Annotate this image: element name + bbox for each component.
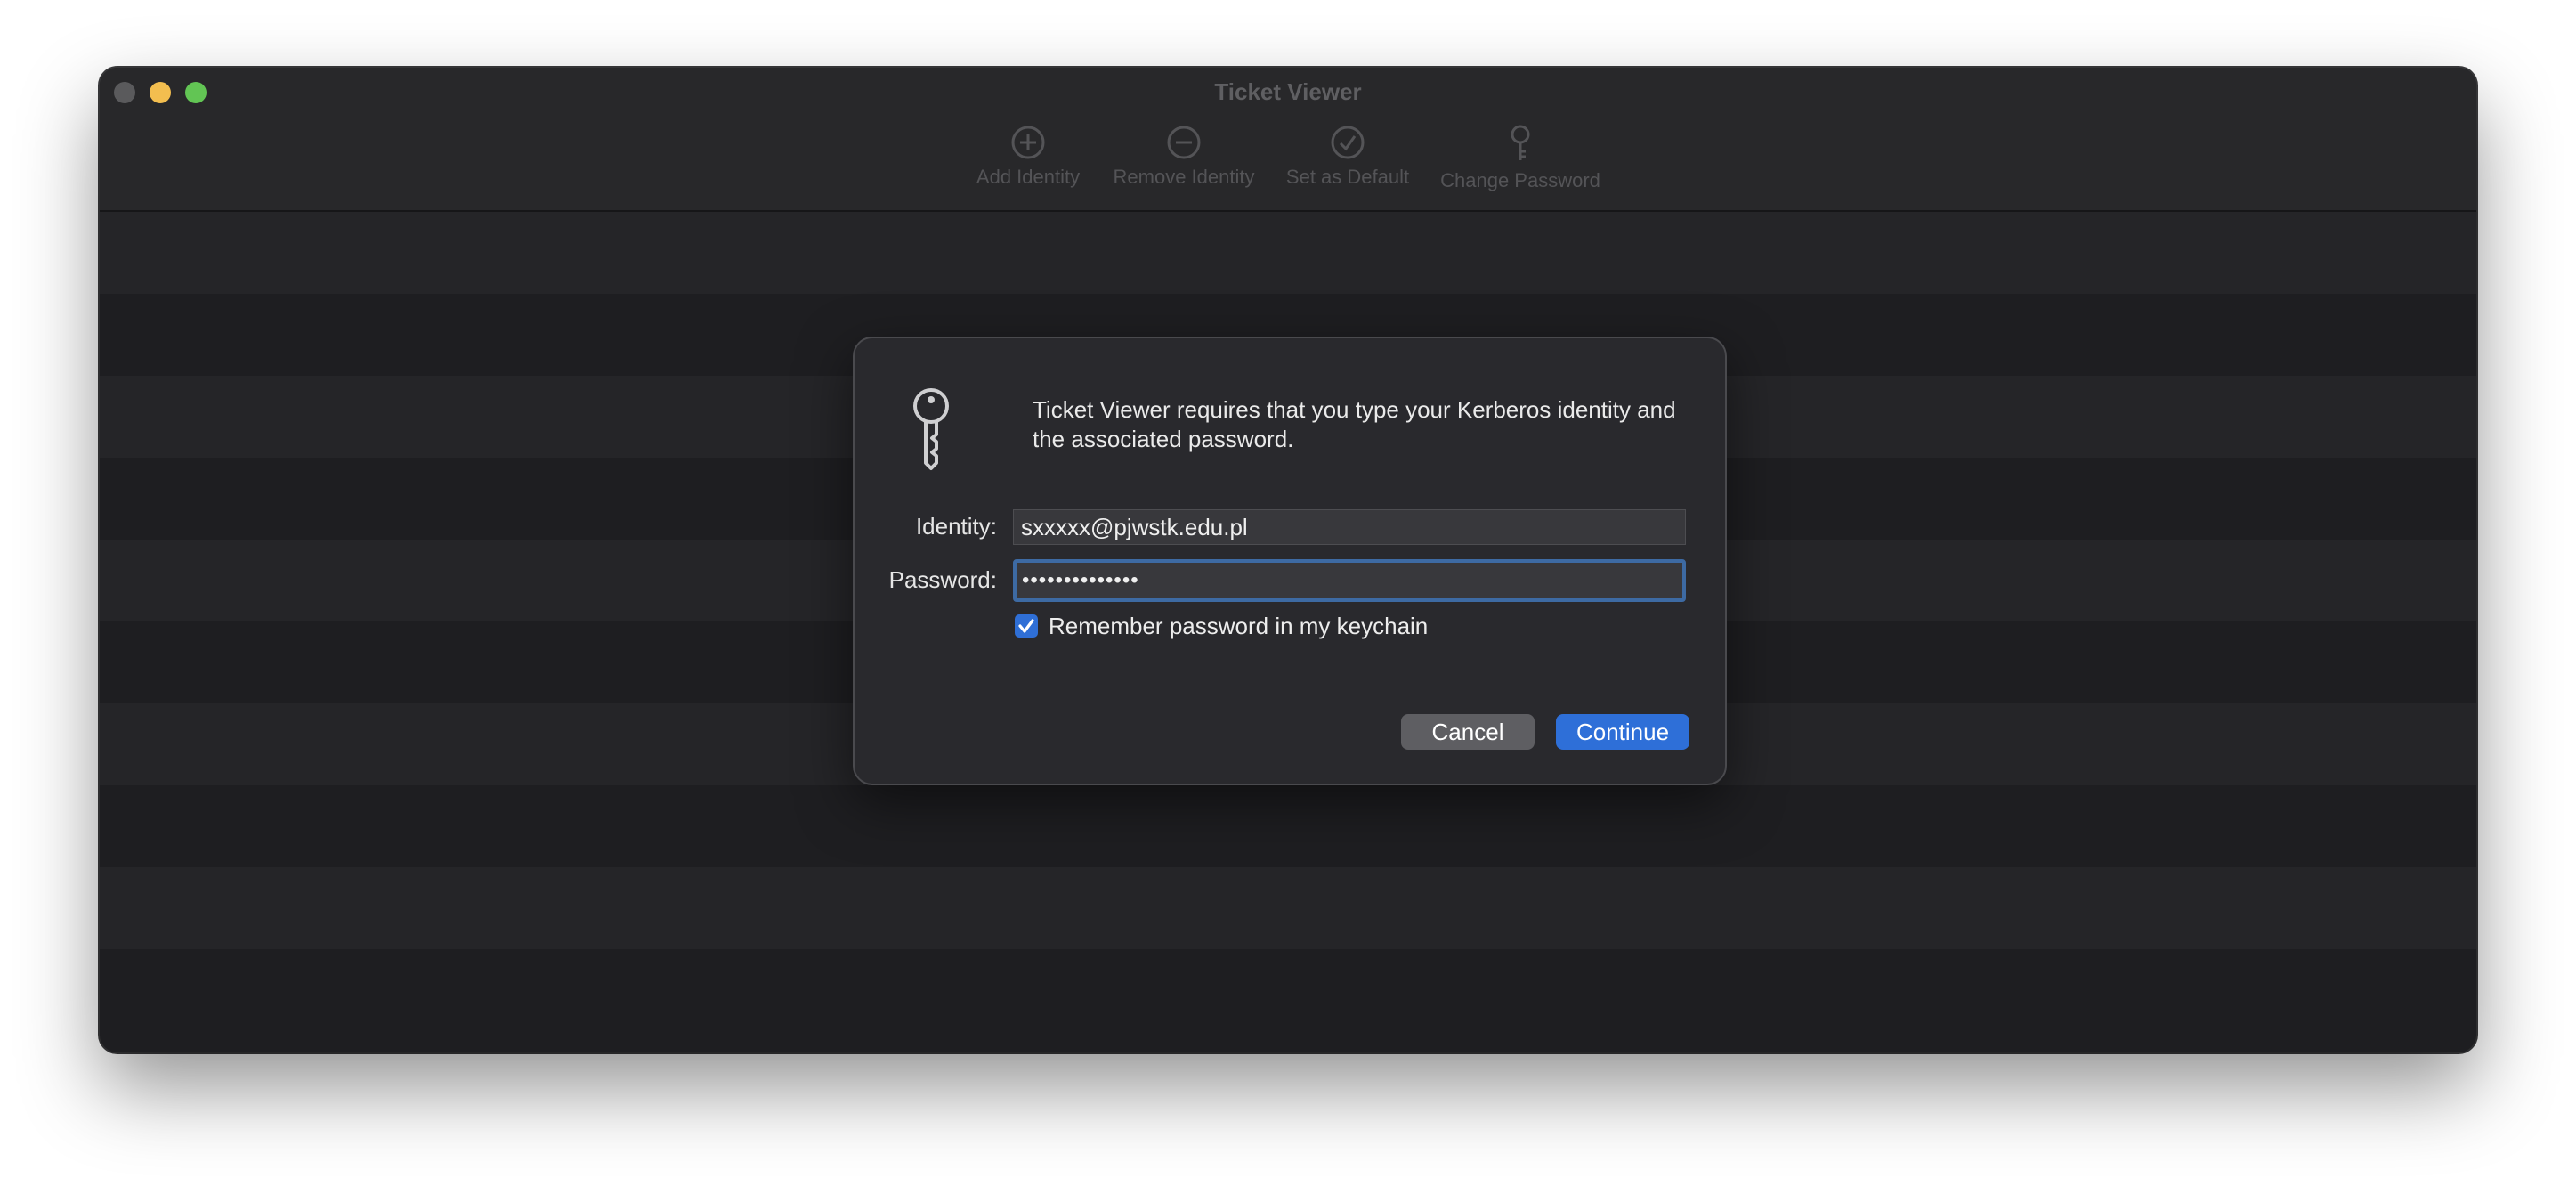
- remember-password-label: Remember password in my keychain: [1049, 613, 1429, 639]
- checkmark-circle-icon: [1331, 126, 1365, 159]
- remove-identity-button[interactable]: Remove Identity: [1095, 125, 1273, 189]
- list-row: [100, 212, 2476, 294]
- key-icon: [913, 388, 949, 470]
- change-password-button[interactable]: Change Password: [1431, 125, 1609, 192]
- password-label: Password:: [888, 566, 997, 593]
- set-as-default-label: Set as Default: [1285, 166, 1410, 188]
- plus-circle-icon: [1011, 126, 1045, 159]
- identity-field[interactable]: sxxxxx@pjwstk.edu.pl: [1013, 509, 1686, 545]
- continue-button[interactable]: Continue: [1556, 714, 1689, 750]
- change-password-label: Change Password: [1440, 169, 1600, 191]
- set-as-default-button[interactable]: Set as Default: [1259, 125, 1437, 189]
- add-identity-label: Add Identity: [976, 166, 1081, 188]
- kerberos-login-dialog: Ticket Viewer requires that you type you…: [853, 337, 1727, 785]
- remove-identity-label: Remove Identity: [1113, 166, 1255, 188]
- cancel-button[interactable]: Cancel: [1401, 714, 1535, 750]
- titlebar: Ticket Viewer Add Identity Remove Identi…: [100, 68, 2476, 212]
- dialog-message: Ticket Viewer requires that you type you…: [1033, 396, 1676, 452]
- identity-label: Identity:: [915, 513, 997, 540]
- password-field[interactable]: ••••••••••••••: [1013, 559, 1686, 602]
- minus-circle-icon: [1167, 126, 1201, 159]
- list-row: [100, 785, 2476, 867]
- add-identity-button[interactable]: Add Identity: [939, 125, 1117, 189]
- checkmark-icon: [1018, 619, 1034, 633]
- remember-password-checkbox[interactable]: [1015, 614, 1038, 638]
- list-row: [100, 867, 2476, 949]
- list-row: [100, 949, 2476, 1031]
- window-title: Ticket Viewer: [1214, 78, 1362, 105]
- key-icon: [1511, 125, 1530, 160]
